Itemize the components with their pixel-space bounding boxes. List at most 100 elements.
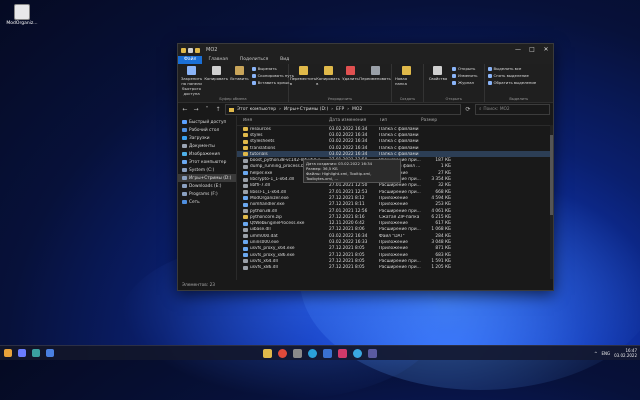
nav-item[interactable]: Изображения [178,150,236,158]
search-input[interactable]: ⌕ Поиск: MO2 [475,104,550,115]
nav-item[interactable]: Игры+Стримы (D:) [178,174,236,182]
file-type-icon [243,158,248,163]
nav-item[interactable]: Programs (F:) [178,190,236,198]
invert-selection-button[interactable]: Обратить выделение [487,80,536,85]
nav-item[interactable]: Сеть [178,198,236,206]
new-folder-icon[interactable] [195,47,200,53]
media-icon[interactable] [338,348,347,358]
cut-button[interactable]: Вырезать [251,66,294,71]
nav-item[interactable]: System (C:) [178,166,236,174]
ribbon: Закрепить на панели быстрого доступа Коп… [178,64,553,103]
store-icon[interactable] [46,349,54,357]
history-button[interactable]: Журнал [451,80,477,85]
back-arrow-icon[interactable]: ← [181,106,189,113]
scroll-thumb[interactable] [550,135,553,215]
tray-chevron-icon[interactable]: ^ [594,351,597,356]
copy-path-button[interactable]: Скопировать путь [251,73,294,78]
file-type-icon [243,221,248,226]
language-indicator[interactable]: ENG [601,351,610,356]
file-date: 27.01.2021 12:50 [329,183,368,189]
column-size[interactable]: Размер [421,118,454,123]
close-button[interactable]: ✕ [539,44,553,56]
refresh-icon[interactable]: ⟳ [464,106,472,113]
vertical-scrollbar[interactable] [550,125,553,279]
snipping-icon[interactable] [32,349,40,357]
tab-share[interactable]: Поделиться [234,56,274,64]
file-name: usvfs_proxy_x64.exe [250,246,295,252]
taskbar: ^ ENG 16:47 03.02.2022 [0,345,640,360]
select-all-button[interactable]: Выделить все [487,66,537,71]
open-button[interactable]: Открыть [451,66,477,71]
select-group: Выделить все Снять выделение Обратить вы… [485,64,553,102]
minimize-button[interactable]: — [511,44,525,56]
file-type: Папка с файлами [379,139,419,145]
nav-item-icon [182,144,187,148]
settings-icon[interactable] [293,348,302,358]
nav-item[interactable]: Документы [178,142,236,150]
forward-arrow-icon[interactable]: → [192,106,200,113]
nav-item[interactable]: Быстрый доступ [178,118,236,126]
copy-label: Копировать [204,76,229,81]
move-to-icon [298,66,308,75]
tab-view[interactable]: Вид [274,56,295,64]
file-name-cell: unins000.exe [237,240,329,245]
breadcrumb-this-pc[interactable]: Этот компьютер [237,107,276,112]
table-row[interactable]: usvfs_x86.dll 27.12.2021 8:05 Расширение п… [237,265,553,271]
copy-to-icon [323,66,333,75]
edge-icon[interactable] [308,348,317,358]
desktop-icon-modorganizer[interactable]: ModOrganiz... [4,4,40,26]
breadcrumb-mo2[interactable]: MO2 [352,107,362,112]
nav-item[interactable]: Рабочий стол [178,126,236,134]
chrome-icon[interactable] [278,348,287,358]
up-arrow-icon[interactable]: ↑ [214,106,222,113]
paste-shortcut-button[interactable]: Вставить ярлык [251,80,294,85]
chat-icon[interactable] [18,349,26,357]
column-name[interactable]: Имя [237,118,329,123]
column-type[interactable]: Тип [379,118,421,123]
history-icon [451,80,456,85]
new-group: Новая папка Создать [392,64,424,102]
properties-icon[interactable] [188,47,193,53]
breadcrumb-efp[interactable]: EFP [336,107,344,112]
taskbar-left [4,349,54,357]
widgets-icon[interactable] [4,349,12,357]
edit-button[interactable]: Изменить [451,73,477,78]
folder-icon[interactable] [181,47,186,53]
invert-selection-icon [487,80,492,85]
file-name: styles [250,132,263,138]
tab-home[interactable]: Главная [202,56,233,64]
nav-item-label: Изображения [189,151,220,157]
nav-item[interactable]: Загрузки [178,134,236,142]
tab-file[interactable]: Файл [178,56,203,64]
file-type-icon [243,246,248,251]
app-icon[interactable] [368,348,377,358]
breadcrumb-drive-d[interactable]: Игры+Стримы (D:) [284,107,328,112]
nav-item-label: System (C:) [189,167,215,173]
open-group: Свойства Открыть Изменить Журнал Открыть [424,64,485,102]
select-none-button[interactable]: Снять выделение [487,73,537,78]
telegram-icon[interactable] [353,348,362,358]
file-name: usvfs_x64.dll [250,258,278,264]
recent-chevron-icon[interactable]: ˅ [203,106,211,113]
column-date[interactable]: Дата изменения [329,118,379,123]
file-type: Расширение при... [379,258,421,264]
clock[interactable]: 16:47 03.02.2022 [614,348,637,358]
nav-item[interactable]: Downloads (E:) [178,182,236,190]
select-none-icon [487,73,492,78]
file-type-icon [243,202,248,207]
file-name: dump_running_process.bat [250,164,309,170]
mail-icon[interactable] [323,348,332,358]
explorer-icon[interactable] [263,348,272,358]
nav-item-icon [182,120,187,124]
nav-item[interactable]: Этот компьютер [178,158,236,166]
file-date: 03.02.2022 16:33 [329,239,368,245]
new-group-label: Создать [399,97,416,101]
file-date: 03.02.2022 16:34 [329,132,368,138]
maximize-button[interactable]: □ [525,44,539,56]
title-bar[interactable]: MO2 — □ ✕ [178,44,553,56]
list-header: Имя Дата изменения Тип Размер [237,116,553,126]
file-date: 27.12.2021 8:05 [329,265,365,271]
file-name: resources [250,126,271,132]
file-size: 4 594 КБ [431,195,451,201]
address-bar[interactable]: Этот компьютер › Игры+Стримы (D:) › EFP › M… [225,104,461,115]
